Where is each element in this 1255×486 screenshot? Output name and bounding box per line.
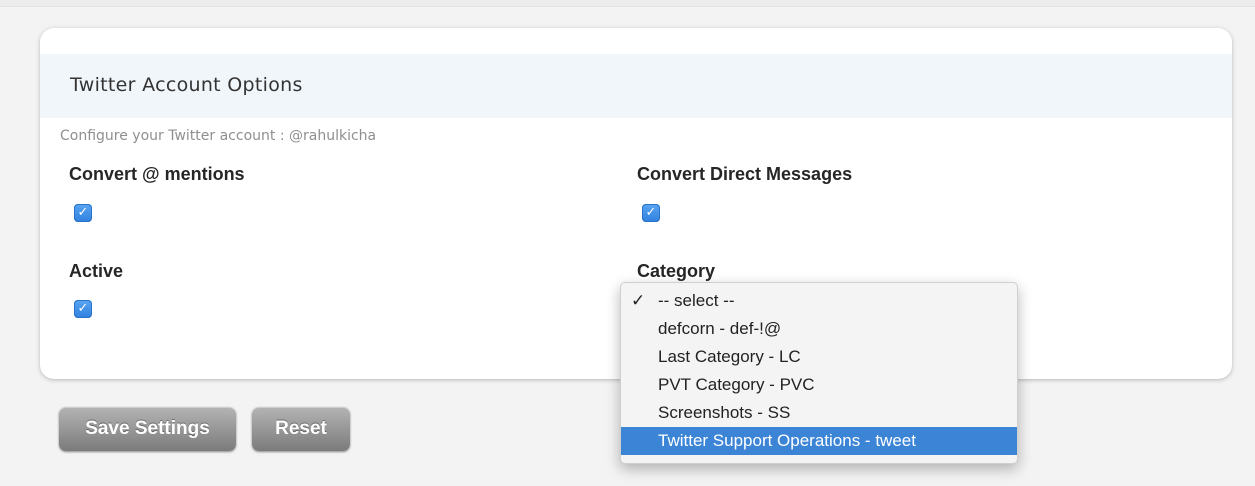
save-settings-button[interactable]: Save Settings	[59, 407, 236, 451]
active-label: Active	[69, 261, 124, 281]
checkmark-icon: ✓	[77, 301, 89, 316]
panel-subtitle: Configure your Twitter account : @rahulk…	[60, 128, 377, 144]
category-option-twitter-support[interactable]: Twitter Support Operations - tweet	[621, 427, 1017, 455]
category-option-defcorn[interactable]: defcorn - def-!@	[621, 315, 1017, 343]
panel-title: Twitter Account Options	[70, 74, 303, 96]
checkmark-icon: ✓	[645, 205, 657, 220]
reset-button[interactable]: Reset	[252, 407, 350, 451]
category-option-select[interactable]: ✓ -- select --	[621, 287, 1017, 315]
checkmark-icon: ✓	[77, 205, 89, 220]
category-option-screenshots[interactable]: Screenshots - SS	[621, 399, 1017, 427]
top-border	[0, 0, 1255, 7]
convert-mentions-label: Convert @ mentions	[69, 164, 245, 184]
category-label: Category	[637, 261, 716, 281]
active-checkbox[interactable]: ✓	[74, 300, 92, 318]
checkmark-icon: ✓	[631, 291, 646, 311]
convert-mentions-checkbox[interactable]: ✓	[74, 204, 92, 222]
convert-dms-checkbox[interactable]: ✓	[642, 204, 660, 222]
category-option-last-category[interactable]: Last Category - LC	[621, 343, 1017, 371]
category-option-pvt-category[interactable]: PVT Category - PVC	[621, 371, 1017, 399]
convert-dms-label: Convert Direct Messages	[637, 164, 853, 184]
category-dropdown-menu[interactable]: ✓ -- select -- defcorn - def-!@ Last Cat…	[620, 282, 1018, 464]
